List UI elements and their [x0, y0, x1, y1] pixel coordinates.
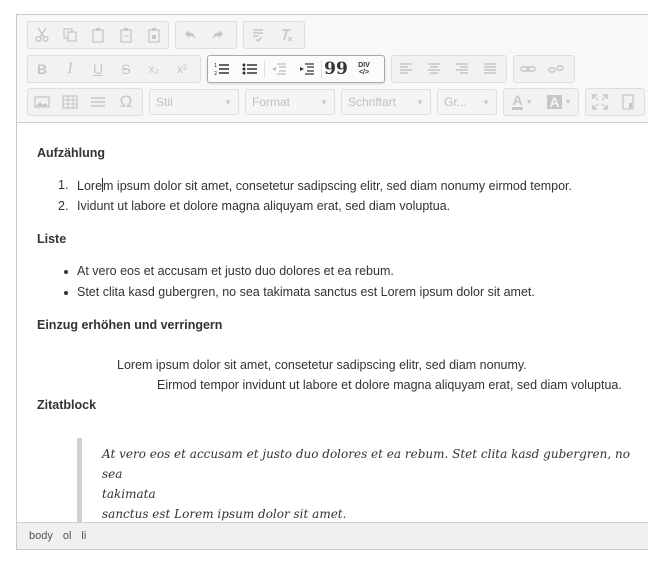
- list-number: 1.: [58, 178, 69, 192]
- paste-word-icon[interactable]: [140, 22, 168, 48]
- blockquote-border: [77, 438, 82, 524]
- bullet-marker: [64, 270, 68, 274]
- paste-icon[interactable]: [84, 22, 112, 48]
- svg-text:1: 1: [214, 63, 217, 69]
- tools-group: [585, 88, 645, 116]
- horizontal-line-icon[interactable]: [84, 89, 112, 115]
- chevron-down-icon: ▼: [416, 97, 424, 107]
- table-icon[interactable]: [56, 89, 84, 115]
- chevron-down-icon: ▼: [320, 97, 328, 107]
- insert-group: Ω: [27, 88, 143, 116]
- font-combo[interactable]: Schriftart ▼: [341, 89, 431, 115]
- numbered-list-icon[interactable]: 12: [208, 56, 236, 82]
- heading-list: Liste: [37, 232, 67, 246]
- outdent-icon[interactable]: [265, 56, 293, 82]
- div-code-icon: </>: [358, 69, 370, 76]
- svg-text:2: 2: [214, 71, 217, 77]
- remove-format-icon[interactable]: [272, 22, 300, 48]
- blockquote-line: takimata: [102, 487, 156, 501]
- text-after-cursor: m ipsum dolor sit amet, consetetur sadip…: [103, 179, 572, 193]
- history-group: [175, 21, 237, 49]
- align-justify-icon[interactable]: [476, 56, 504, 82]
- unordered-list-item[interactable]: At vero eos et accusam et justo duo dolo…: [77, 264, 394, 278]
- style-combo[interactable]: Stil ▼: [149, 89, 239, 115]
- path-body[interactable]: body: [29, 530, 53, 542]
- style-combo-label: Stil: [156, 95, 173, 109]
- format-combo[interactable]: Format ▼: [245, 89, 335, 115]
- clipboard-group: [27, 21, 169, 49]
- show-blocks-icon[interactable]: [614, 89, 642, 115]
- image-icon[interactable]: [28, 89, 56, 115]
- align-group: [391, 55, 507, 83]
- align-right-icon[interactable]: [448, 56, 476, 82]
- create-div-button[interactable]: DIV </>: [350, 56, 378, 82]
- format-combo-label: Format: [252, 95, 291, 109]
- size-combo[interactable]: Gr... ▼: [437, 89, 497, 115]
- bold-button[interactable]: B: [28, 56, 56, 82]
- chevron-down-icon: ▼: [224, 97, 232, 107]
- chevron-down-icon: ▼: [482, 97, 490, 107]
- indented-paragraph[interactable]: Lorem ipsum dolor sit amet, consetetur s…: [117, 358, 527, 372]
- paste-text-icon[interactable]: [112, 22, 140, 48]
- align-center-icon[interactable]: [420, 56, 448, 82]
- special-char-button[interactable]: Ω: [112, 89, 140, 115]
- italic-button[interactable]: I: [56, 56, 84, 82]
- blockquote[interactable]: At vero eos et accusam et justo duo dolo…: [102, 444, 642, 524]
- underline-button[interactable]: U: [84, 56, 112, 82]
- unlink-icon[interactable]: [542, 56, 570, 82]
- paragraph-group: 12 99 DIV </>: [207, 55, 385, 83]
- text-color-label: A: [512, 92, 523, 110]
- double-indented-paragraph[interactable]: Eirmod tempor invidunt ut labore et dolo…: [157, 378, 622, 392]
- bg-color-label: A: [547, 94, 562, 110]
- editing-group: [243, 21, 305, 49]
- superscript-button[interactable]: x²: [168, 56, 196, 82]
- blockquote-line: At vero eos et accusam et justo duo dolo…: [102, 447, 630, 481]
- heading-blockquote: Zitatblock: [37, 398, 97, 412]
- align-left-icon[interactable]: [392, 56, 420, 82]
- bulleted-list-icon[interactable]: [236, 56, 264, 82]
- blockquote-button[interactable]: 99: [322, 56, 350, 82]
- path-li[interactable]: li: [81, 530, 86, 542]
- text-before-cursor: Lore: [77, 179, 103, 193]
- text-color-button[interactable]: A ▼: [504, 89, 541, 115]
- bullet-marker: [64, 291, 68, 295]
- undo-icon[interactable]: [176, 22, 204, 48]
- copy-icon[interactable]: [56, 22, 84, 48]
- list-number: 2.: [58, 199, 69, 213]
- chevron-down-icon: ▼: [564, 98, 572, 106]
- bg-color-button[interactable]: A ▼: [541, 89, 578, 115]
- unordered-list-item[interactable]: Stet clita kasd gubergren, no sea takima…: [77, 285, 535, 299]
- ordered-list-item[interactable]: Lorem ipsum dolor sit amet, consetetur s…: [77, 178, 572, 193]
- subscript-button[interactable]: x₂: [140, 56, 168, 82]
- size-combo-label: Gr...: [444, 95, 467, 109]
- indent-icon[interactable]: [293, 56, 321, 82]
- link-icon[interactable]: [514, 56, 542, 82]
- colors-group: A ▼ A ▼: [503, 88, 579, 116]
- path-ol[interactable]: ol: [63, 530, 72, 542]
- div-label: DIV: [358, 62, 370, 69]
- rich-text-editor: B I U S x₂ x² 12 99 DIV </> Ω Stil ▼ For…: [16, 14, 648, 550]
- basic-styles-group: B I U S x₂ x²: [27, 55, 201, 83]
- heading-indent: Einzug erhöhen und verringern: [37, 318, 223, 332]
- strike-button[interactable]: S: [112, 56, 140, 82]
- cut-icon[interactable]: [28, 22, 56, 48]
- redo-icon[interactable]: [204, 22, 232, 48]
- element-path-bar: body ol li: [17, 522, 648, 549]
- toolbar: B I U S x₂ x² 12 99 DIV </> Ω Stil ▼ For…: [17, 15, 648, 123]
- ordered-list-item[interactable]: Ividunt ut labore et dolore magna aliquy…: [77, 199, 450, 213]
- maximize-icon[interactable]: [586, 89, 614, 115]
- heading-enumeration: Aufzählung: [37, 146, 106, 160]
- spellcheck-icon[interactable]: [244, 22, 272, 48]
- chevron-down-icon: ▼: [525, 98, 533, 106]
- blockquote-line: sanctus est Lorem ipsum dolor sit amet.: [102, 507, 347, 521]
- links-group: [513, 55, 575, 83]
- font-combo-label: Schriftart: [348, 95, 397, 109]
- editable-content[interactable]: Aufzählung 1. Lorem ipsum dolor sit amet…: [17, 124, 648, 524]
